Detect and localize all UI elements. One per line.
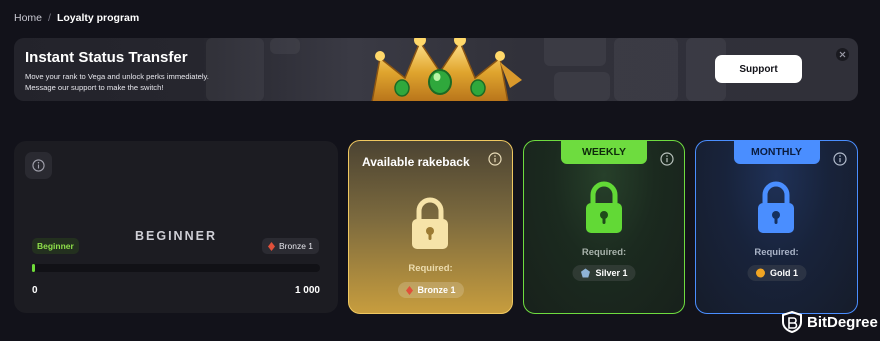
crown-icon (371, 38, 522, 101)
required-rank-pill: Bronze 1 (397, 282, 464, 298)
breadcrumb: Home / Loyalty program (14, 12, 139, 24)
breadcrumb-separator: / (48, 12, 51, 24)
info-icon[interactable] (488, 152, 502, 166)
lock-icon (758, 181, 794, 233)
bitdegree-shield-icon (782, 311, 802, 333)
required-rank-pill: Gold 1 (746, 265, 807, 281)
rakeback-title: Available rakeback (362, 155, 470, 169)
silver-rank-icon (580, 268, 590, 278)
level-progress-bar (32, 264, 320, 272)
support-button[interactable]: Support (715, 55, 802, 83)
progress-min-value: 0 (32, 285, 38, 296)
close-icon[interactable] (836, 48, 849, 61)
required-rank-pill: Silver 1 (572, 265, 636, 281)
weekly-reward-card[interactable]: WEEKLY Required: Silver 1 (523, 140, 685, 314)
current-level-tag: Beginner (32, 238, 79, 254)
required-rank-label: Gold 1 (769, 268, 799, 278)
beginner-level-card: BEGINNER Beginner Bronze 1 0 1 000 (14, 141, 338, 313)
progress-max-value: 1 000 (294, 285, 320, 296)
breadcrumb-home-link[interactable]: Home (14, 12, 42, 24)
required-rank-label: Silver 1 (595, 268, 628, 278)
breadcrumb-current: Loyalty program (56, 12, 140, 24)
banner-description: Move your rank to Vega and unlock perks … (25, 71, 235, 93)
monthly-tab: MONTHLY (733, 140, 820, 164)
bronze-rank-icon (405, 285, 413, 295)
info-icon[interactable] (660, 152, 674, 166)
next-level-tag: Bronze 1 (262, 238, 320, 254)
info-icon[interactable] (833, 152, 847, 166)
required-rank-label: Bronze 1 (417, 285, 456, 295)
weekly-tab: WEEKLY (561, 140, 647, 164)
required-label: Required: (581, 247, 627, 258)
required-label: Required: (754, 247, 799, 258)
banner-title: Instant Status Transfer (25, 49, 188, 66)
monthly-reward-card[interactable]: MONTHLY Required: Gold 1 (695, 140, 858, 314)
available-rakeback-card[interactable]: Available rakeback Required: Bronze 1 (348, 140, 513, 314)
bronze-rank-icon (268, 241, 275, 251)
banner-description-line-2: Message our support to make the switch! (25, 83, 164, 92)
gold-rank-icon (755, 268, 765, 278)
required-label: Required: (408, 263, 453, 274)
bitdegree-logo-text: BitDegree (807, 313, 878, 331)
banner-description-line-1: Move your rank to Vega and unlock perks … (25, 72, 209, 81)
next-level-label: Bronze 1 (279, 241, 314, 251)
status-transfer-banner: Instant Status Transfer Move your rank t… (14, 38, 858, 101)
bitdegree-logo: BitDegree (782, 311, 878, 333)
info-button[interactable] (25, 152, 52, 179)
lock-icon (412, 197, 448, 249)
level-progress-fill (32, 264, 35, 272)
lock-icon (586, 181, 622, 233)
info-icon (32, 159, 45, 172)
